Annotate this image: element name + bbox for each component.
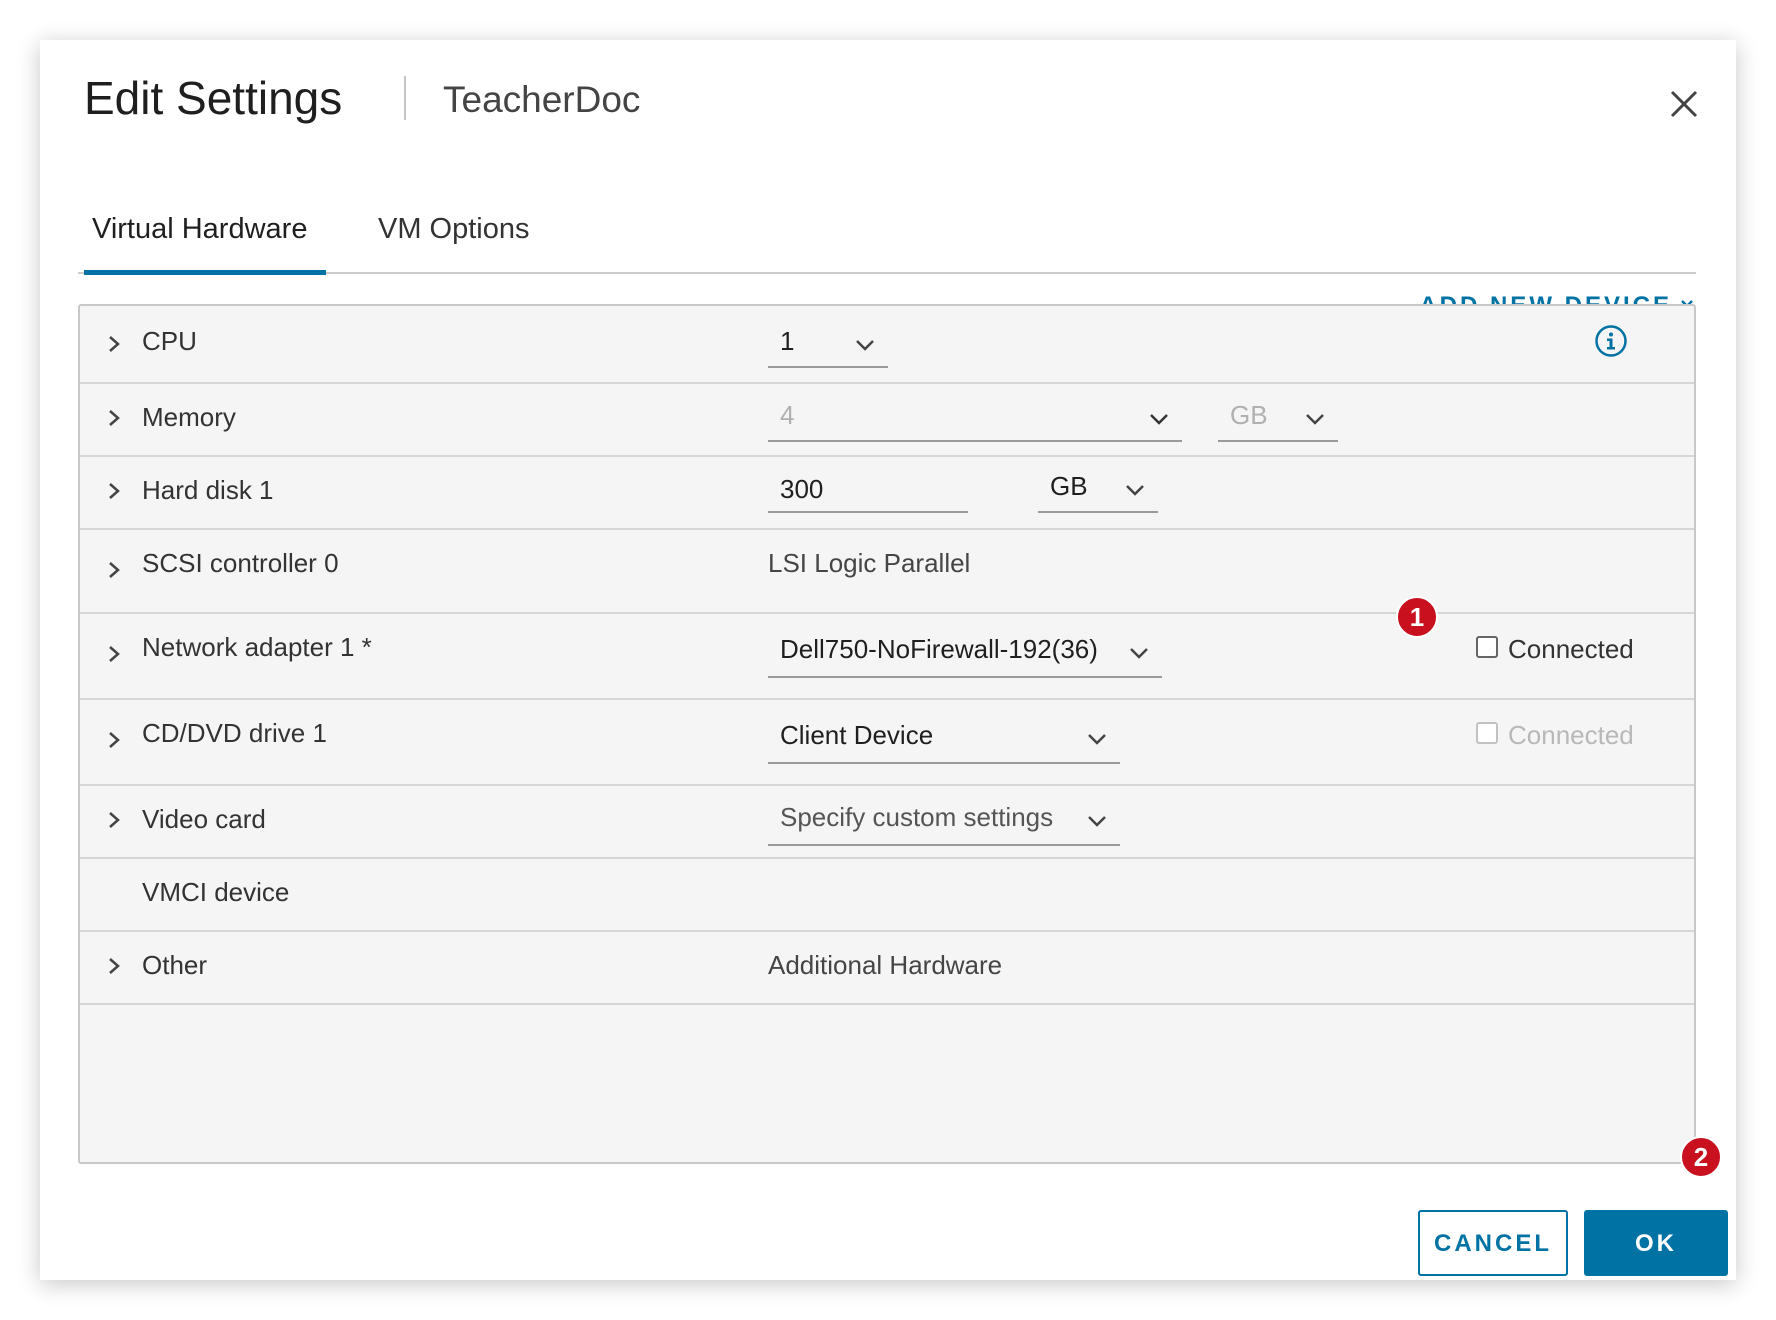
chevron-down-icon (1126, 485, 1144, 496)
chevron-right-icon[interactable] (106, 730, 122, 750)
memory-unit-select[interactable]: GB (1218, 400, 1338, 442)
chevron-down-icon (1150, 414, 1168, 425)
edit-settings-dialog: Edit Settings TeacherDoc Virtual Hardwar… (40, 40, 1736, 1280)
row-label: CD/DVD drive 1 (142, 718, 327, 748)
tab-virtual-hardware[interactable]: Virtual Hardware (84, 212, 326, 275)
cpu-value: 1 (780, 326, 795, 356)
scsi-type: LSI Logic Parallel (768, 548, 971, 578)
row-memory: Memory 4 GB (80, 382, 1694, 457)
row-other: Other Additional Hardware (80, 930, 1694, 1005)
cd-dvd-connected-checkbox: Connected (1476, 720, 1666, 750)
chevron-right-icon[interactable] (106, 810, 122, 830)
row-cd-dvd-drive: CD/DVD drive 1 Client Device Connected (80, 698, 1694, 786)
row-label: SCSI controller 0 (142, 548, 339, 578)
hard-disk-size-field[interactable] (768, 469, 980, 509)
chevron-right-icon[interactable] (106, 956, 122, 976)
row-label: Network adapter 1 * (142, 632, 372, 662)
chevron-down-icon (1306, 414, 1324, 425)
chevron-down-icon (1130, 648, 1148, 659)
chevron-down-icon (1088, 816, 1106, 827)
row-scsi-controller: SCSI controller 0 LSI Logic Parallel (80, 528, 1694, 614)
tab-bar: Virtual Hardware VM Options (78, 168, 1696, 275)
other-value: Additional Hardware (768, 950, 1003, 980)
checkbox-box (1476, 722, 1498, 744)
chevron-right-icon[interactable] (106, 408, 122, 428)
hard-disk-unit-select[interactable]: GB (1038, 471, 1158, 513)
cd-dvd-value: Client Device (780, 720, 934, 750)
checkbox-label: Connected (1508, 634, 1634, 664)
row-hard-disk: Hard disk 1 GB (80, 455, 1694, 530)
close-icon (1670, 90, 1698, 118)
checkbox-box[interactable] (1476, 636, 1498, 658)
row-video-card: Video card Specify custom settings (80, 784, 1694, 859)
hard-disk-size-input[interactable] (768, 469, 980, 513)
vm-name: TeacherDoc (443, 79, 641, 120)
row-network-adapter: Network adapter 1 * Dell750-NoFirewall-1… (80, 612, 1694, 700)
chevron-right-icon[interactable] (106, 481, 122, 501)
cd-dvd-select[interactable]: Client Device (768, 720, 1120, 764)
network-select[interactable]: Dell750-NoFirewall-192(36) (768, 634, 1162, 678)
checkbox-label: Connected (1508, 720, 1634, 750)
chevron-right-icon[interactable] (106, 560, 122, 580)
step-badge-2: 2 (1680, 1136, 1722, 1178)
row-label: CPU (142, 326, 197, 356)
row-vmci-device: VMCI device (80, 857, 1694, 932)
ok-button[interactable]: OK (1584, 1210, 1728, 1276)
row-cpu: CPU 1 (80, 306, 1694, 384)
memory-size-select[interactable]: 4 (768, 400, 1182, 442)
video-card-value: Specify custom settings (780, 802, 1054, 832)
info-icon[interactable] (1594, 324, 1628, 358)
close-button[interactable] (1662, 82, 1706, 126)
step-badge-1: 1 (1396, 596, 1438, 638)
network-connected-checkbox[interactable]: Connected (1476, 634, 1666, 664)
dialog-title: Edit Settings (84, 72, 343, 124)
tab-vm-options[interactable]: VM Options (378, 212, 530, 270)
network-value: Dell750-NoFirewall-192(36) (780, 634, 1098, 664)
title-divider (404, 76, 406, 120)
chevron-right-icon[interactable] (106, 334, 122, 354)
row-label: Memory (142, 402, 236, 432)
cancel-button[interactable]: CANCEL (1418, 1210, 1568, 1276)
row-label: Hard disk 1 (142, 475, 274, 505)
chevron-right-icon[interactable] (106, 644, 122, 664)
hardware-grid: CPU 1 Memory 4 GB Hard disk 1 300 GB SCS… (78, 304, 1696, 1164)
video-card-select[interactable]: Specify custom settings (768, 802, 1120, 846)
memory-unit: GB (1230, 400, 1268, 430)
row-label: Other (142, 950, 208, 980)
memory-value: 4 (780, 400, 795, 430)
row-label: Video card (142, 804, 266, 834)
chevron-down-icon (856, 340, 874, 351)
chevron-down-icon (1088, 734, 1106, 745)
row-label: VMCI device (142, 877, 290, 907)
hard-disk-unit: GB (1050, 471, 1088, 501)
cpu-select[interactable]: 1 (768, 326, 888, 368)
